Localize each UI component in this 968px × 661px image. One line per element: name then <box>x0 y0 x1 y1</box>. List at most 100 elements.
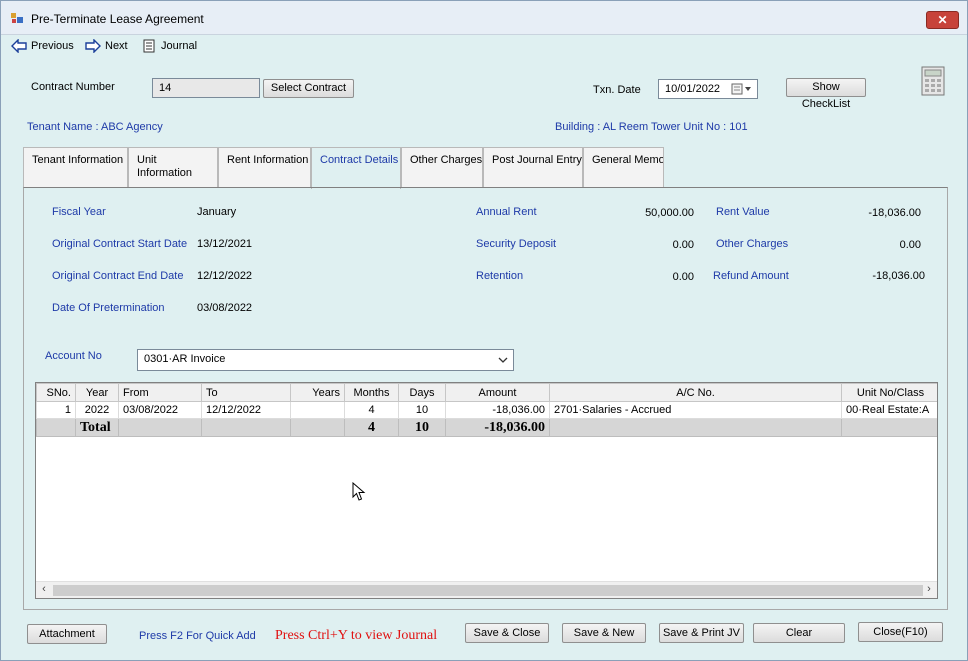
col-to[interactable]: To <box>201 383 291 402</box>
previous-label: Previous <box>31 40 74 52</box>
pretermination-date-label: Date Of Pretermination <box>52 302 165 314</box>
txn-date-value: 10/01/2022 <box>665 83 721 95</box>
total-blank-from <box>118 418 202 437</box>
fiscal-year-label: Fiscal Year <box>52 206 106 218</box>
col-unit-class[interactable]: Unit No/Class <box>841 383 937 402</box>
title-bar: Pre-Terminate Lease Agreement ✕ <box>1 1 967 35</box>
quick-add-hint: Press F2 For Quick Add <box>139 630 256 642</box>
refund-amount-label: Refund Amount <box>713 270 789 282</box>
previous-button[interactable]: Previous <box>11 38 74 54</box>
save-close-button[interactable]: Save & Close <box>465 623 549 643</box>
cell-year[interactable]: 2022 <box>75 401 119 419</box>
arrow-left-icon <box>11 39 27 53</box>
total-days: 10 <box>398 418 446 437</box>
pre-terminate-window: Pre-Terminate Lease Agreement ✕ Previous… <box>0 0 968 661</box>
scroll-right-icon[interactable]: › <box>921 583 937 595</box>
cell-ac-no[interactable]: 2701·Salaries - Accrued <box>549 401 842 419</box>
fiscal-year-value: January <box>197 206 237 218</box>
cell-years[interactable] <box>290 401 345 419</box>
total-label: Total <box>75 418 119 437</box>
mouse-cursor-icon <box>352 482 366 501</box>
cell-days[interactable]: 10 <box>398 401 446 419</box>
account-no-value: 0301·AR Invoice <box>144 353 226 365</box>
tab-unit-information[interactable]: Unit Information <box>128 147 218 187</box>
col-ac-no[interactable]: A/C No. <box>549 383 842 402</box>
rent-value-value: -18,036.00 <box>868 207 921 219</box>
attachment-button[interactable]: Attachment <box>27 624 107 644</box>
col-sno[interactable]: SNo. <box>36 383 76 402</box>
end-date-label: Original Contract End Date <box>52 270 184 282</box>
lease-grid: SNo. Year From To Years Months Days Amou… <box>35 382 938 599</box>
annual-rent-value: 50,000.00 <box>645 207 694 219</box>
tab-general-memo[interactable]: General Memo <box>583 147 664 187</box>
security-deposit-value: 0.00 <box>672 239 694 251</box>
ctrl-y-hint: Press Ctrl+Y to view Journal <box>275 628 438 643</box>
window-close-button[interactable]: ✕ <box>926 11 959 29</box>
col-year[interactable]: Year <box>75 383 119 402</box>
app-icon <box>11 13 23 23</box>
journal-icon <box>143 39 155 53</box>
cell-amount[interactable]: -18,036.00 <box>445 401 550 419</box>
retention-value: 0.00 <box>672 271 694 283</box>
tab-tenant-information[interactable]: Tenant Information <box>23 147 128 187</box>
journal-label: Journal <box>161 40 198 52</box>
calendar-dropdown-icon[interactable] <box>731 83 753 95</box>
chevron-down-icon <box>498 357 508 363</box>
total-blank-unit <box>841 418 937 437</box>
rent-value-label: Rent Value <box>716 206 770 218</box>
retention-label: Retention <box>476 270 524 282</box>
contract-number-label: Contract Number <box>31 81 115 93</box>
save-print-jv-button[interactable]: Save & Print JV <box>659 623 744 643</box>
total-row: Total 4 10 -18,036.00 <box>36 418 937 437</box>
annual-rent-label: Annual Rent <box>476 206 537 218</box>
total-blank-acno <box>549 418 842 437</box>
txn-date-field[interactable]: 10/01/2022 <box>658 79 758 99</box>
grid-header-row: SNo. Year From To Years Months Days Amou… <box>36 383 937 402</box>
cell-to[interactable]: 12/12/2022 <box>201 401 291 419</box>
journal-button[interactable]: Journal <box>141 38 197 54</box>
cell-from[interactable]: 03/08/2022 <box>118 401 202 419</box>
clear-button[interactable]: Clear <box>753 623 845 643</box>
lease-table: SNo. Year From To Years Months Days Amou… <box>36 383 937 437</box>
col-days[interactable]: Days <box>398 383 446 402</box>
col-from[interactable]: From <box>118 383 202 402</box>
col-amount[interactable]: Amount <box>445 383 550 402</box>
other-charges-value: 0.00 <box>899 239 921 251</box>
contract-number-field[interactable]: 14 <box>152 78 260 98</box>
select-contract-button[interactable]: Select Contract <box>263 79 354 98</box>
start-date-value: 13/12/2021 <box>197 238 253 250</box>
tab-other-charges[interactable]: Other Charges <box>401 147 483 187</box>
pretermination-date-value: 03/08/2022 <box>197 302 253 314</box>
total-months: 4 <box>344 418 399 437</box>
building-unit: Building : AL Reem Tower Unit No : 101 <box>555 121 748 133</box>
total-blank-years <box>290 418 345 437</box>
other-charges-label: Other Charges <box>716 238 789 250</box>
cell-unit-class[interactable]: 00·Real Estate:A <box>841 401 937 419</box>
show-checklist-button[interactable]: Show CheckList <box>786 78 866 110</box>
tab-post-journal-entry[interactable]: Post Journal Entry <box>483 147 583 187</box>
next-label: Next <box>105 40 128 52</box>
refund-amount-value: -18,036.00 <box>872 270 925 282</box>
close-button[interactable]: Close(F10) <box>858 622 943 642</box>
account-no-label: Account No <box>45 350 102 362</box>
horizontal-scrollbar[interactable]: ‹ › <box>36 581 937 598</box>
toolbar: Previous Next Journal <box>1 36 967 56</box>
tab-rent-information[interactable]: Rent Information <box>218 147 311 187</box>
window-title: Pre-Terminate Lease Agreement <box>31 12 204 26</box>
col-months[interactable]: Months <box>344 383 399 402</box>
cell-months[interactable]: 4 <box>344 401 399 419</box>
total-blank-to <box>201 418 291 437</box>
next-button[interactable]: Next <box>85 38 128 54</box>
scrollbar-thumb[interactable] <box>53 585 923 596</box>
col-years[interactable]: Years <box>290 383 345 402</box>
scroll-left-icon[interactable]: ‹ <box>36 583 52 595</box>
start-date-label: Original Contract Start Date <box>52 238 188 250</box>
cell-sno[interactable]: 1 <box>36 401 76 419</box>
table-row[interactable]: 1 2022 03/08/2022 12/12/2022 4 10 -18,03… <box>36 401 937 419</box>
account-no-select[interactable]: 0301·AR Invoice <box>137 349 514 371</box>
arrow-right-icon <box>85 39 101 53</box>
tab-contract-details[interactable]: Contract Details <box>311 147 401 189</box>
calculator-icon[interactable] <box>921 66 945 96</box>
tenant-name: Tenant Name : ABC Agency <box>27 121 163 133</box>
save-new-button[interactable]: Save & New <box>562 623 646 643</box>
